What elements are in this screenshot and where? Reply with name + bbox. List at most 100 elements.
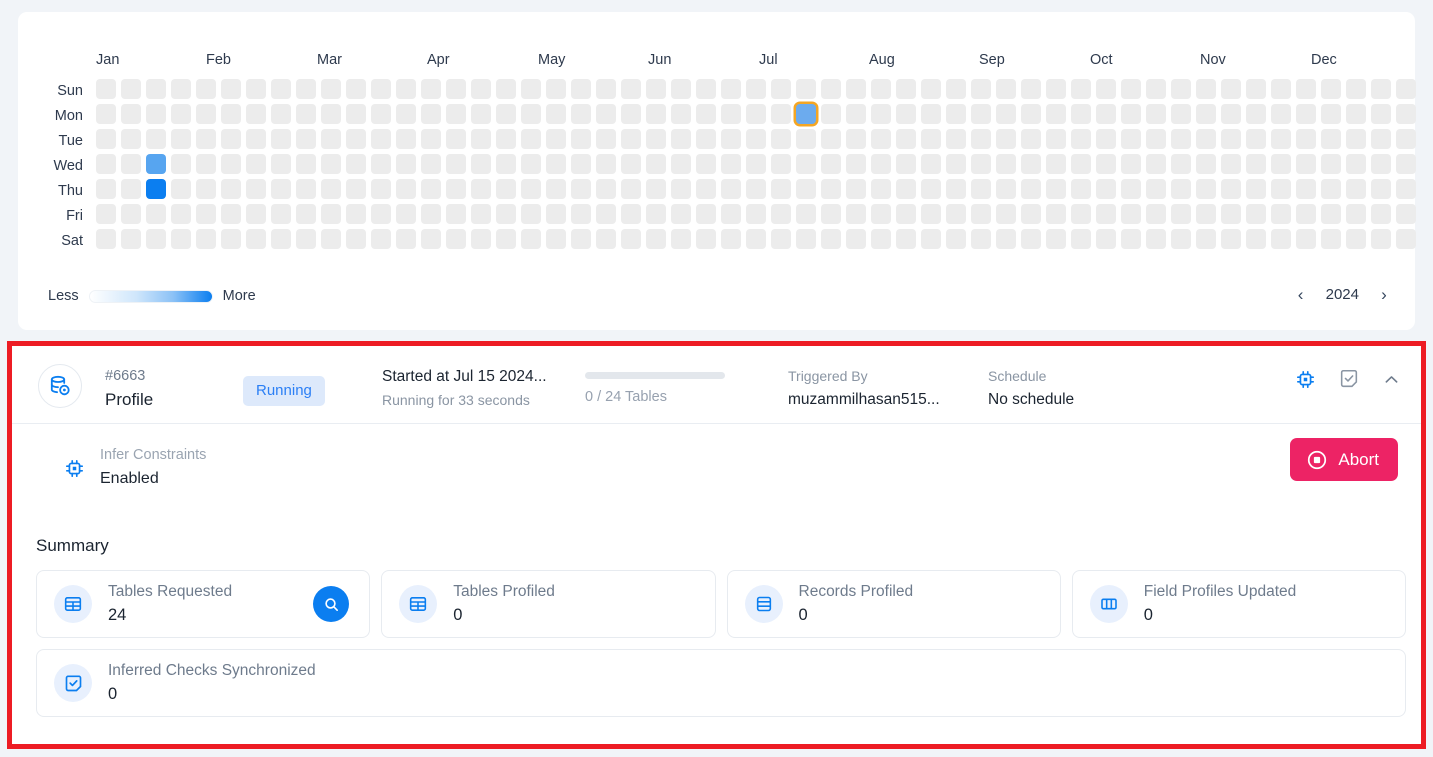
heatmap-cell[interactable] — [421, 179, 441, 199]
heatmap-cell[interactable] — [746, 229, 766, 249]
heatmap-cell[interactable] — [1346, 154, 1366, 174]
heatmap-cell[interactable] — [771, 104, 791, 124]
heatmap-cell[interactable] — [1121, 104, 1141, 124]
heatmap-cell[interactable] — [971, 79, 991, 99]
heatmap-cell[interactable] — [571, 204, 591, 224]
heatmap-cell[interactable] — [396, 79, 416, 99]
heatmap-cell[interactable] — [446, 154, 466, 174]
heatmap-cell[interactable] — [271, 179, 291, 199]
heatmap-cell[interactable] — [921, 229, 941, 249]
heatmap-cells[interactable] — [96, 79, 1421, 259]
heatmap-cell[interactable] — [746, 179, 766, 199]
heatmap-cell[interactable] — [846, 204, 866, 224]
heatmap-cell[interactable] — [171, 129, 191, 149]
heatmap-cell[interactable] — [96, 79, 116, 99]
chevron-left-icon[interactable]: ‹ — [1294, 286, 1308, 303]
heatmap-cell[interactable] — [996, 154, 1016, 174]
heatmap-cell[interactable] — [1046, 179, 1066, 199]
heatmap-cell[interactable] — [271, 79, 291, 99]
heatmap-cell[interactable] — [1271, 154, 1291, 174]
heatmap-cell[interactable] — [1071, 179, 1091, 199]
heatmap-cell[interactable] — [1371, 154, 1391, 174]
heatmap-cell[interactable] — [1246, 154, 1266, 174]
heatmap-cell[interactable] — [1271, 204, 1291, 224]
heatmap-cell[interactable] — [1246, 79, 1266, 99]
heatmap-cell[interactable] — [1121, 154, 1141, 174]
heatmap-cell[interactable] — [171, 204, 191, 224]
heatmap-cell[interactable] — [746, 104, 766, 124]
heatmap-cell[interactable] — [1371, 104, 1391, 124]
heatmap-cell[interactable] — [1096, 229, 1116, 249]
heatmap-cell[interactable] — [846, 229, 866, 249]
heatmap-cell[interactable] — [1371, 129, 1391, 149]
heatmap-cell[interactable] — [921, 179, 941, 199]
heatmap-cell[interactable] — [171, 179, 191, 199]
heatmap-cell[interactable] — [546, 79, 566, 99]
heatmap-cell[interactable] — [96, 179, 116, 199]
heatmap-cell[interactable] — [396, 179, 416, 199]
heatmap-cell[interactable] — [1396, 229, 1416, 249]
heatmap-cell[interactable] — [871, 129, 891, 149]
heatmap-cell[interactable] — [121, 104, 141, 124]
heatmap-cell[interactable] — [871, 79, 891, 99]
heatmap-cell[interactable] — [96, 229, 116, 249]
heatmap-cell[interactable] — [1171, 129, 1191, 149]
heatmap-cell[interactable] — [221, 179, 241, 199]
heatmap-cell[interactable] — [1171, 154, 1191, 174]
heatmap-cell[interactable] — [1346, 129, 1366, 149]
heatmap-cell[interactable] — [546, 179, 566, 199]
heatmap-cell[interactable] — [146, 104, 166, 124]
heatmap-cell[interactable] — [1196, 154, 1216, 174]
heatmap-cell[interactable] — [1296, 129, 1316, 149]
heatmap-cell[interactable] — [971, 104, 991, 124]
heatmap-cell[interactable] — [746, 129, 766, 149]
heatmap-cell[interactable] — [446, 79, 466, 99]
heatmap-cell[interactable] — [1221, 154, 1241, 174]
heatmap-cell[interactable] — [721, 104, 741, 124]
heatmap-cell[interactable] — [896, 229, 916, 249]
heatmap-cell[interactable] — [846, 179, 866, 199]
heatmap-cell[interactable] — [696, 204, 716, 224]
heatmap-cell[interactable] — [271, 204, 291, 224]
heatmap-cell[interactable] — [646, 129, 666, 149]
heatmap-cell[interactable] — [421, 154, 441, 174]
heatmap-cell[interactable] — [471, 104, 491, 124]
heatmap-cell[interactable] — [471, 204, 491, 224]
heatmap-cell[interactable] — [896, 204, 916, 224]
heatmap-cell[interactable] — [721, 229, 741, 249]
heatmap-cell[interactable] — [146, 129, 166, 149]
heatmap-cell[interactable] — [1121, 79, 1141, 99]
heatmap-cell[interactable] — [1096, 154, 1116, 174]
heatmap-cell[interactable] — [346, 79, 366, 99]
heatmap-cell[interactable] — [946, 104, 966, 124]
heatmap-cell[interactable] — [171, 154, 191, 174]
heatmap-cell[interactable] — [1196, 229, 1216, 249]
heatmap-cell[interactable] — [821, 229, 841, 249]
heatmap-cell[interactable] — [521, 154, 541, 174]
heatmap-cell[interactable] — [771, 229, 791, 249]
heatmap-cell[interactable] — [421, 229, 441, 249]
heatmap-cell[interactable] — [1071, 79, 1091, 99]
heatmap-cell[interactable] — [296, 204, 316, 224]
heatmap-cell[interactable] — [946, 79, 966, 99]
heatmap-cell[interactable] — [496, 204, 516, 224]
heatmap-cell[interactable] — [421, 104, 441, 124]
heatmap-cell[interactable] — [371, 154, 391, 174]
heatmap-cell[interactable] — [796, 204, 816, 224]
heatmap-cell[interactable] — [1171, 104, 1191, 124]
heatmap-cell[interactable] — [696, 229, 716, 249]
heatmap-cell[interactable] — [246, 104, 266, 124]
heatmap-cell[interactable] — [1396, 204, 1416, 224]
heatmap-cell[interactable] — [1071, 229, 1091, 249]
heatmap-cell[interactable] — [221, 104, 241, 124]
heatmap-cell[interactable] — [596, 104, 616, 124]
heatmap-cell[interactable] — [746, 154, 766, 174]
heatmap-cell[interactable] — [346, 229, 366, 249]
heatmap-cell[interactable] — [271, 154, 291, 174]
heatmap-cell[interactable] — [296, 104, 316, 124]
heatmap-cell[interactable] — [1071, 154, 1091, 174]
heatmap-cell[interactable] — [721, 204, 741, 224]
abort-button[interactable]: Abort — [1290, 438, 1398, 481]
heatmap-cell[interactable] — [471, 154, 491, 174]
heatmap-cell[interactable] — [1346, 104, 1366, 124]
